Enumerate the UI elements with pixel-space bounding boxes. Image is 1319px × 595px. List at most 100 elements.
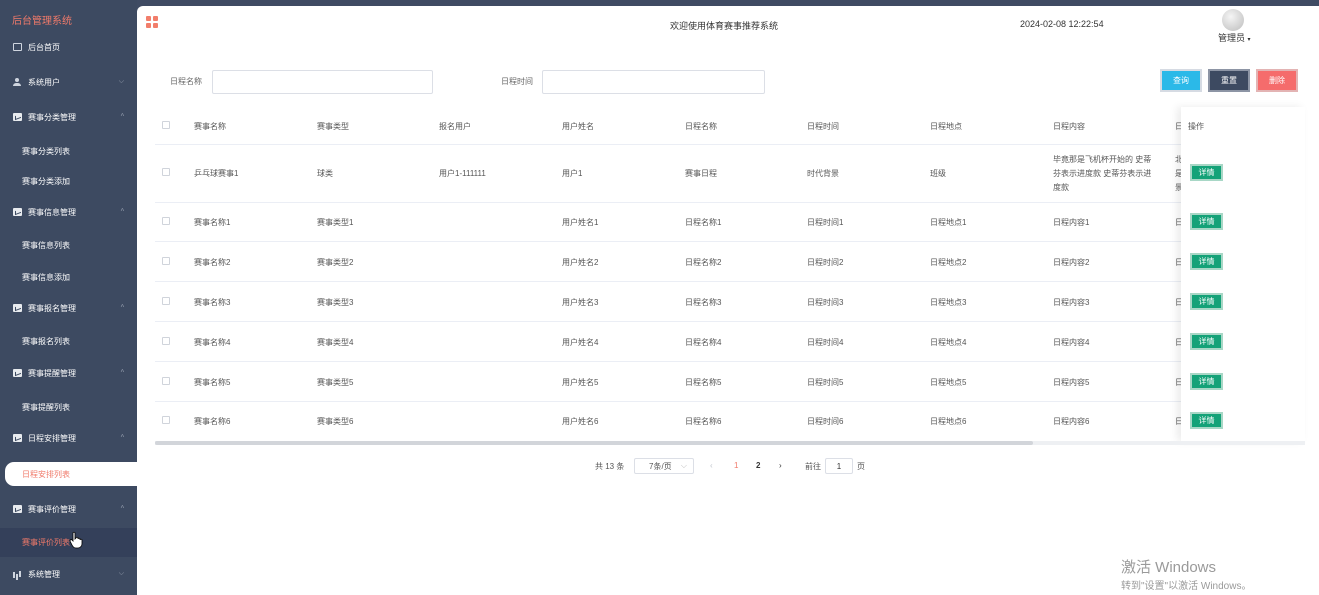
- row-divider: [155, 144, 1305, 145]
- goto-page-input[interactable]: 1: [825, 458, 853, 474]
- page-size-select[interactable]: 7条/页 ⌵: [634, 458, 694, 474]
- sidebar-item-remind-mgmt[interactable]: 赛事提醒管理 ^: [0, 359, 137, 387]
- query-button[interactable]: 查询: [1160, 69, 1202, 92]
- cell-schedule-content-line: 度款: [1053, 183, 1069, 192]
- detail-button[interactable]: 详情: [1190, 213, 1223, 230]
- next-page-button[interactable]: ›: [779, 461, 782, 470]
- header-schedule-place: 日程地点: [930, 122, 962, 131]
- sidebar-item-label: 赛事报名管理: [28, 303, 76, 313]
- main-panel: 欢迎使用体育赛事推荐系统 2024-02-08 12:22:54 管理员 ▾ 日…: [137, 6, 1319, 595]
- cell-schedule-place: 日程地点3: [930, 298, 967, 307]
- sidebar: 后台管理系统 后台首页 系统用户 ⌵ 赛事分类管理 ^ 赛事分类列表 赛事分类添…: [0, 0, 137, 595]
- brand-title: 后台管理系统: [12, 16, 72, 27]
- sidebar-item-home[interactable]: 后台首页: [0, 33, 137, 61]
- cell-schedule-name: 日程名称1: [685, 218, 722, 227]
- cell-schedule-name: 赛事日程: [685, 169, 717, 178]
- sidebar-item-label: 赛事评价管理: [28, 504, 76, 514]
- cell-schedule-place: 日程地点1: [930, 218, 967, 227]
- cell-event-name: 赛事名称1: [194, 218, 231, 227]
- prev-page-button[interactable]: ‹: [710, 461, 713, 470]
- user-name: 管理员: [1218, 33, 1246, 43]
- page-title: 欢迎使用体育赛事推荐系统: [670, 21, 779, 31]
- cell-user-name: 用户姓名5: [562, 378, 599, 387]
- sidebar-item-info-list[interactable]: 赛事信息列表: [0, 231, 137, 259]
- sidebar-item-review-list[interactable]: 赛事评价列表: [0, 528, 137, 557]
- sidebar-item-info-mgmt[interactable]: 赛事信息管理 ^: [0, 198, 137, 226]
- row-checkbox[interactable]: [162, 168, 170, 176]
- header-operations: 操作: [1188, 122, 1204, 131]
- schedule-name-label: 日程名称: [170, 77, 202, 86]
- sidebar-item-label: 系统用户: [28, 77, 60, 87]
- chevron-up-icon: ^: [120, 304, 124, 312]
- reset-button[interactable]: 重置: [1208, 69, 1250, 92]
- chart-icon: [13, 304, 22, 312]
- row-checkbox[interactable]: [162, 257, 170, 265]
- sidebar-item-signup-mgmt[interactable]: 赛事报名管理 ^: [0, 294, 137, 322]
- cell-event-name: 赛事名称6: [194, 417, 231, 426]
- activation-watermark-hint: 转到"设置"以激活 Windows。: [1121, 581, 1252, 592]
- cell-schedule-content-line: 毕竟那是飞机杯开始的 史蒂: [1053, 155, 1152, 164]
- sidebar-item-review-mgmt[interactable]: 赛事评价管理 ^: [0, 495, 137, 523]
- chevron-down-icon: ⌵: [680, 461, 687, 470]
- cell-event-name: 赛事名称3: [194, 298, 231, 307]
- cell-signup-user: 用户1-111111: [439, 169, 486, 178]
- detail-button[interactable]: 详情: [1190, 253, 1223, 270]
- detail-button[interactable]: 详情: [1190, 293, 1223, 310]
- header-user-name: 用户姓名: [562, 122, 594, 131]
- cell-schedule-time: 日程时间4: [807, 338, 844, 347]
- sidebar-item-label: 赛事提醒管理: [28, 368, 76, 378]
- menu-grid-icon[interactable]: [146, 16, 158, 28]
- cell-event-type: 赛事类型2: [317, 258, 354, 267]
- delete-button[interactable]: 删除: [1256, 69, 1298, 92]
- detail-button[interactable]: 详情: [1190, 333, 1223, 350]
- row-checkbox[interactable]: [162, 377, 170, 385]
- header-signup-user: 报名用户: [439, 122, 471, 131]
- monitor-icon: [13, 43, 22, 51]
- schedule-time-input[interactable]: [542, 70, 765, 94]
- select-all-checkbox[interactable]: [162, 121, 170, 129]
- sidebar-item-schedule-list[interactable]: 日程安排列表: [5, 462, 137, 486]
- sidebar-item-category-list[interactable]: 赛事分类列表: [0, 137, 137, 165]
- detail-button[interactable]: 详情: [1190, 164, 1223, 181]
- cell-schedule-time: 日程时间2: [807, 258, 844, 267]
- row-divider: [155, 281, 1305, 282]
- sidebar-item-category-add[interactable]: 赛事分类添加: [0, 167, 137, 195]
- row-checkbox[interactable]: [162, 337, 170, 345]
- cell-schedule-time: 时代背景: [807, 169, 839, 178]
- schedule-name-input[interactable]: [212, 70, 433, 94]
- sidebar-item-info-add[interactable]: 赛事信息添加: [0, 263, 137, 291]
- row-checkbox[interactable]: [162, 416, 170, 424]
- cell-event-name: 赛事名称2: [194, 258, 231, 267]
- header-schedule-name: 日程名称: [685, 122, 717, 131]
- detail-button[interactable]: 详情: [1190, 373, 1223, 390]
- cell-schedule-place: 班级: [930, 169, 946, 178]
- cell-event-type: 球类: [317, 169, 333, 178]
- sidebar-item-users[interactable]: 系统用户 ⌵: [0, 68, 137, 96]
- chevron-up-icon: ^: [120, 369, 124, 377]
- cell-event-type: 赛事类型5: [317, 378, 354, 387]
- row-checkbox[interactable]: [162, 217, 170, 225]
- sidebar-item-remind-list[interactable]: 赛事提醒列表: [0, 393, 137, 421]
- row-checkbox[interactable]: [162, 297, 170, 305]
- sidebar-item-category-mgmt[interactable]: 赛事分类管理 ^: [0, 103, 137, 131]
- page-1-button[interactable]: 1: [734, 461, 738, 470]
- cell-schedule-content-line: 芬表示进度款 史蒂芬表示进: [1053, 169, 1152, 178]
- page-unit-label: 页: [857, 462, 865, 471]
- chart-icon: [13, 369, 22, 377]
- chevron-up-icon: ^: [120, 208, 124, 216]
- sidebar-item-schedule-mgmt[interactable]: 日程安排管理 ^: [0, 424, 137, 452]
- chevron-down-icon: ⌵: [118, 78, 124, 85]
- page-2-button[interactable]: 2: [756, 461, 760, 470]
- cell-user-name: 用户姓名4: [562, 338, 599, 347]
- cell-schedule-name: 日程名称3: [685, 298, 722, 307]
- avatar[interactable]: [1222, 9, 1244, 31]
- chart-icon: [13, 208, 22, 216]
- sidebar-item-system-mgmt[interactable]: 系统管理 ⌵: [0, 560, 137, 588]
- user-menu[interactable]: 管理员 ▾: [1218, 31, 1251, 44]
- bar-chart-icon: [13, 570, 22, 578]
- sidebar-item-signup-list[interactable]: 赛事报名列表: [0, 327, 137, 355]
- detail-button[interactable]: 详情: [1190, 412, 1223, 429]
- cell-schedule-time: 日程时间3: [807, 298, 844, 307]
- scrollbar-thumb[interactable]: [155, 441, 1033, 445]
- cell-user-name: 用户1: [562, 169, 583, 178]
